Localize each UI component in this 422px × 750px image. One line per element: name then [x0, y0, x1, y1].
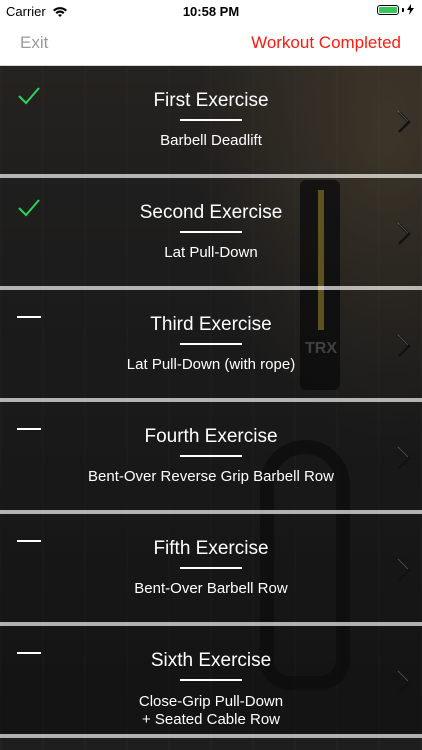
exercise-title: First Exercise — [153, 90, 269, 111]
exercise-row[interactable]: Third Exercise Lat Pull-Down (with rope) — [0, 290, 422, 398]
exercise-title: Third Exercise — [150, 314, 272, 335]
battery-icon — [377, 4, 399, 15]
exercise-row[interactable]: Sixth Exercise Close-Grip Pull-Down + Seat… — [0, 626, 422, 734]
exercise-description: Close-Grip Pull-Down — [138, 693, 284, 710]
exercise-description: Lat Pull-Down (with rope) — [126, 356, 296, 373]
battery-level — [379, 6, 397, 13]
exercise-title: Sixth Exercise — [150, 650, 272, 671]
exercise-row[interactable]: Fifth Exercise Bent-Over Barbell Row — [0, 514, 422, 622]
charging-bolt-icon — [407, 4, 414, 15]
chevron-right-icon — [397, 110, 411, 134]
status-time: 10:58 PM — [182, 4, 240, 19]
chevron-right-icon — [397, 222, 411, 246]
chevron-right-icon — [397, 558, 411, 582]
exercise-description: Barbell Deadlift — [160, 132, 262, 149]
exercise-description: Lat Pull-Down — [164, 244, 258, 261]
chevron-right-icon — [397, 446, 411, 470]
navigation-bar: Exit Workout Completed — [0, 22, 422, 66]
title-underline — [180, 679, 242, 681]
title-underline — [180, 567, 242, 569]
exit-button[interactable]: Exit — [20, 33, 48, 53]
exercise-description: Bent-Over Barbell Row — [134, 580, 288, 597]
title-underline — [180, 343, 242, 345]
screen: Carrier 10:58 PM Exit Workout Completed … — [0, 0, 422, 750]
exercise-title: Fifth Exercise — [153, 538, 269, 559]
exercise-title: Second Exercise — [139, 202, 283, 223]
status-bar: Carrier 10:58 PM — [0, 0, 422, 22]
chevron-right-icon — [397, 334, 411, 358]
exercise-row[interactable]: Second Exercise Lat Pull-Down — [0, 178, 422, 286]
workout-completed-button[interactable]: Workout Completed — [251, 33, 401, 53]
title-underline — [180, 455, 242, 457]
battery-cap — [402, 7, 404, 12]
exercise-description: + Seated Cable Row — [141, 711, 280, 728]
status-right — [377, 4, 414, 15]
exercise-row[interactable]: Fourth Exercise Bent-Over Reverse Grip Ba… — [0, 402, 422, 510]
exercise-row[interactable]: First Exercise Barbell Deadlift — [0, 66, 422, 174]
exercise-title: Fourth Exercise — [144, 426, 278, 447]
title-underline — [180, 231, 242, 233]
exercise-list: First Exercise Barbell Deadlift Second Exe… — [0, 66, 422, 750]
row-separator — [0, 734, 422, 738]
chevron-right-icon — [397, 670, 411, 694]
title-underline — [180, 119, 242, 121]
exercise-description: Bent-Over Reverse Grip Barbell Row — [88, 468, 334, 485]
